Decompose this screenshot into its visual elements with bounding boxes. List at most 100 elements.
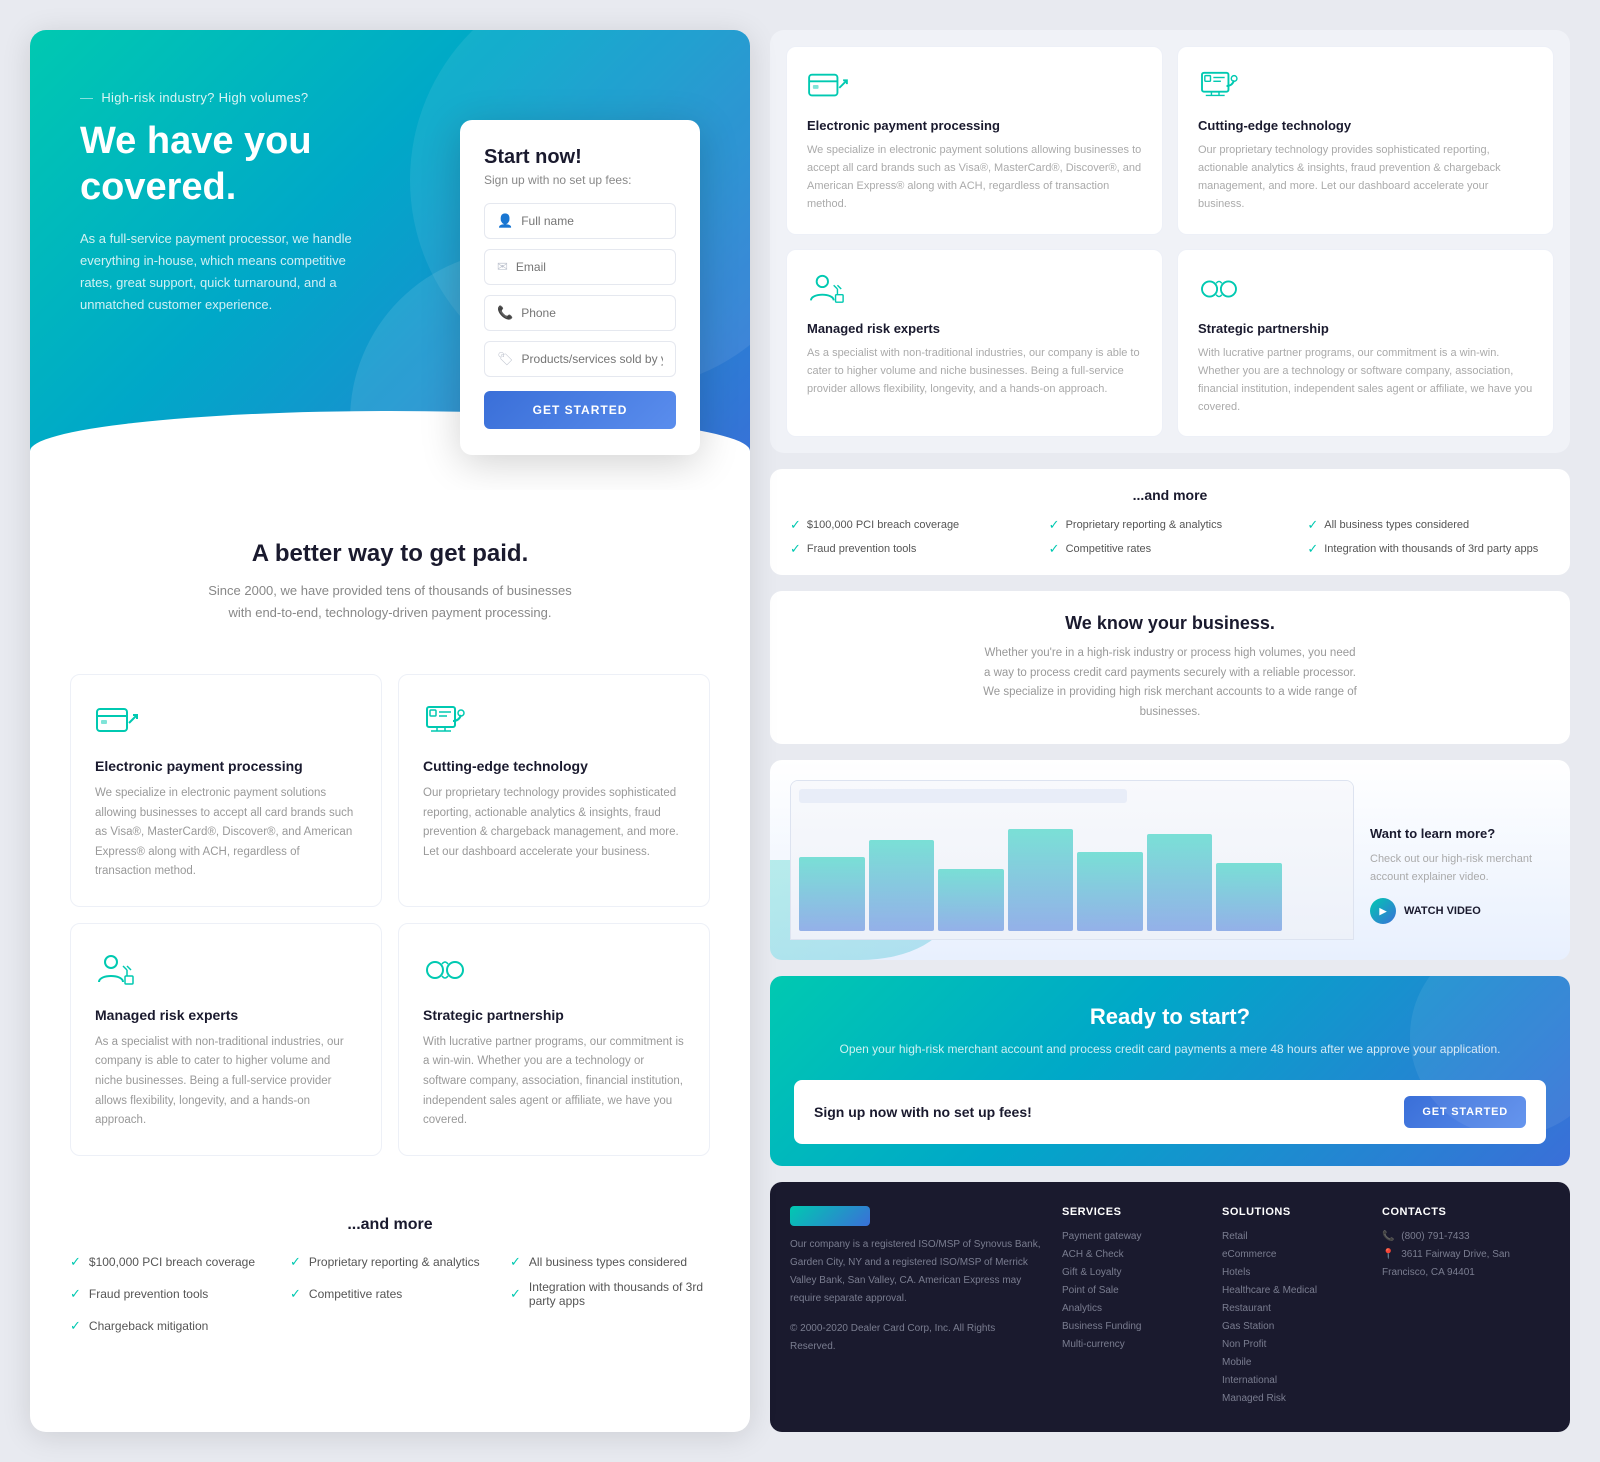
fullname-field-container: 👤 bbox=[484, 203, 676, 239]
footer-col-solutions: Solutions Retail eCommerce Hotels Health… bbox=[1222, 1206, 1362, 1408]
right-panel: Electronic payment processing We special… bbox=[770, 30, 1570, 1432]
ready-get-started-button[interactable]: GET STARTED bbox=[1404, 1096, 1526, 1128]
signup-subtitle: Sign up with no set up fees: bbox=[484, 173, 676, 187]
risk-icon-right bbox=[807, 272, 849, 306]
feature-card-risk: Managed risk experts As a specialist wit… bbox=[70, 923, 382, 1156]
bullet-list-right: ✓ $100,000 PCI breach coverage ✓ Proprie… bbox=[790, 517, 1550, 557]
managed-risk-icon bbox=[95, 952, 139, 988]
hero-title: We have you covered. bbox=[80, 119, 400, 210]
and-more-section-left: ...and more ✓ $100,000 PCI breach covera… bbox=[30, 1196, 750, 1374]
footer-col-services: Services Payment gateway ACH & Check Gif… bbox=[1062, 1206, 1202, 1408]
signup-strip-text: Sign up now with no set up fees! bbox=[814, 1104, 1032, 1120]
features-grid-left: Electronic payment processing We special… bbox=[30, 654, 750, 1195]
feature-card-electronic: Electronic payment processing We special… bbox=[70, 674, 382, 907]
feature-right-partnership-title: Strategic partnership bbox=[1198, 321, 1533, 336]
footer-service-pos[interactable]: Point of Sale bbox=[1062, 1282, 1202, 1300]
check-r6: ✓ bbox=[1307, 541, 1318, 557]
check-icon-4: ✓ bbox=[70, 1286, 81, 1302]
feature-partnership-title: Strategic partnership bbox=[423, 1007, 685, 1023]
bullet-right-biz: ✓ All business types considered bbox=[1307, 517, 1550, 533]
electronic-icon-right bbox=[807, 69, 849, 103]
footer-service-ach[interactable]: ACH & Check bbox=[1062, 1246, 1202, 1264]
cutting-edge-tech-icon bbox=[423, 703, 467, 739]
footer-sol-managedrisk[interactable]: Managed Risk bbox=[1222, 1390, 1362, 1408]
bullet-right-integration: ✓ Integration with thousands of 3rd part… bbox=[1307, 541, 1550, 557]
footer-service-gift[interactable]: Gift & Loyalty bbox=[1062, 1264, 1202, 1282]
feature-technology-desc: Our proprietary technology provides soph… bbox=[423, 784, 685, 862]
footer-sol-ecommerce[interactable]: eCommerce bbox=[1222, 1246, 1362, 1264]
feature-right-electronic-title: Electronic payment processing bbox=[807, 118, 1142, 133]
signup-title: Start now! bbox=[484, 146, 676, 169]
footer-sol-gas[interactable]: Gas Station bbox=[1222, 1318, 1362, 1336]
we-know-section: We know your business. Whether you're in… bbox=[770, 591, 1570, 744]
phone-input[interactable] bbox=[521, 306, 663, 320]
left-panel: High-risk industry? High volumes? We hav… bbox=[30, 30, 750, 1432]
feature-card-right-risk: Managed risk experts As a specialist wit… bbox=[786, 249, 1163, 438]
play-icon: ▶ bbox=[1370, 898, 1396, 924]
products-field-container: 🏷 bbox=[484, 341, 676, 377]
footer-sol-restaurant[interactable]: Restaurant bbox=[1222, 1300, 1362, 1318]
watch-video-label: WATCH VIDEO bbox=[1404, 905, 1481, 917]
better-way-section: A better way to get paid. Since 2000, we… bbox=[30, 490, 750, 654]
email-input[interactable] bbox=[516, 260, 663, 274]
signup-strip: Sign up now with no set up fees! GET STA… bbox=[794, 1080, 1546, 1144]
ready-section: Ready to start? Open your high-risk merc… bbox=[770, 976, 1570, 1165]
bullet-business-types: ✓ All business types considered bbox=[510, 1254, 710, 1270]
copyright: © 2000-2020 Dealer Card Corp, Inc. All R… bbox=[790, 1320, 1042, 1356]
tech-icon-right bbox=[1198, 69, 1240, 103]
footer-service-gateway[interactable]: Payment gateway bbox=[1062, 1228, 1202, 1246]
phone-icon-footer: 📞 bbox=[1382, 1228, 1394, 1246]
bullet-list-left: ✓ $100,000 PCI breach coverage ✓ Proprie… bbox=[70, 1254, 710, 1334]
footer-sol-healthcare[interactable]: Healthcare & Medical bbox=[1222, 1282, 1362, 1300]
feature-right-risk-title: Managed risk experts bbox=[807, 321, 1142, 336]
bullet-pci: ✓ $100,000 PCI breach coverage bbox=[70, 1254, 270, 1270]
bullet-right-fraud: ✓ Fraud prevention tools bbox=[790, 541, 1033, 557]
better-way-title: A better way to get paid. bbox=[70, 540, 710, 568]
electronic-payment-icon bbox=[95, 703, 139, 739]
footer-sol-nonprofit[interactable]: Non Profit bbox=[1222, 1336, 1362, 1354]
phone-icon: 📞 bbox=[497, 305, 513, 321]
footer-service-multicurrency[interactable]: Multi-currency bbox=[1062, 1336, 1202, 1354]
fullname-input[interactable] bbox=[521, 214, 663, 228]
footer-service-analytics[interactable]: Analytics bbox=[1062, 1300, 1202, 1318]
bullet-integration: ✓ Integration with thousands of 3rd part… bbox=[510, 1280, 710, 1308]
check-icon-5: ✓ bbox=[290, 1286, 301, 1302]
products-icon: 🏷 bbox=[497, 351, 514, 367]
bullet-right-reporting: ✓ Proprietary reporting & analytics bbox=[1049, 517, 1292, 533]
hero-section: High-risk industry? High volumes? We hav… bbox=[30, 30, 750, 490]
footer-sol-mobile[interactable]: Mobile bbox=[1222, 1354, 1362, 1372]
footer-phone: 📞 (800) 791-7433 bbox=[1382, 1228, 1550, 1246]
feature-right-tech-title: Cutting-edge technology bbox=[1198, 118, 1533, 133]
check-r4: ✓ bbox=[790, 541, 801, 557]
footer-col-contacts: Contacts 📞 (800) 791-7433 📍 3611 Fairway… bbox=[1382, 1206, 1550, 1408]
footer-address: 📍 3611 Fairway Drive, San Francisco, CA … bbox=[1382, 1246, 1550, 1282]
learn-more-title: Want to learn more? bbox=[1370, 826, 1550, 841]
signup-card: Start now! Sign up with no set up fees: … bbox=[460, 120, 700, 455]
user-icon: 👤 bbox=[497, 213, 513, 229]
contacts-title: Contacts bbox=[1382, 1206, 1550, 1218]
learn-more-desc: Check out our high-risk merchant account… bbox=[1370, 851, 1550, 886]
check-icon-2: ✓ bbox=[290, 1254, 301, 1270]
features-grid-right: Electronic payment processing We special… bbox=[770, 30, 1570, 453]
feature-card-right-electronic: Electronic payment processing We special… bbox=[786, 46, 1163, 235]
page-container: High-risk industry? High volumes? We hav… bbox=[30, 30, 1570, 1432]
feature-risk-desc: As a specialist with non-traditional ind… bbox=[95, 1033, 357, 1131]
feature-electronic-title: Electronic payment processing bbox=[95, 758, 357, 774]
footer-service-funding[interactable]: Business Funding bbox=[1062, 1318, 1202, 1336]
ready-desc: Open your high-risk merchant account and… bbox=[794, 1040, 1546, 1059]
email-field-container: ✉ bbox=[484, 249, 676, 285]
get-started-button[interactable]: GET STARTED bbox=[484, 391, 676, 429]
footer-sol-international[interactable]: International bbox=[1222, 1372, 1362, 1390]
feature-card-right-partnership: Strategic partnership With lucrative par… bbox=[1177, 249, 1554, 438]
feature-right-risk-desc: As a specialist with non-traditional ind… bbox=[807, 344, 1142, 398]
feature-electronic-desc: We specialize in electronic payment solu… bbox=[95, 784, 357, 882]
products-input[interactable] bbox=[522, 352, 663, 366]
dashboard-inner bbox=[791, 781, 1353, 939]
partnership-icon-right bbox=[1198, 272, 1240, 306]
feature-right-partnership-desc: With lucrative partner programs, our com… bbox=[1198, 344, 1533, 417]
watch-video-button[interactable]: ▶ WATCH VIDEO bbox=[1370, 898, 1550, 924]
footer-sol-retail[interactable]: Retail bbox=[1222, 1228, 1362, 1246]
footer-about-text: Our company is a registered ISO/MSP of S… bbox=[790, 1236, 1042, 1308]
footer-sol-hotels[interactable]: Hotels bbox=[1222, 1264, 1362, 1282]
services-title: Services bbox=[1062, 1206, 1202, 1218]
